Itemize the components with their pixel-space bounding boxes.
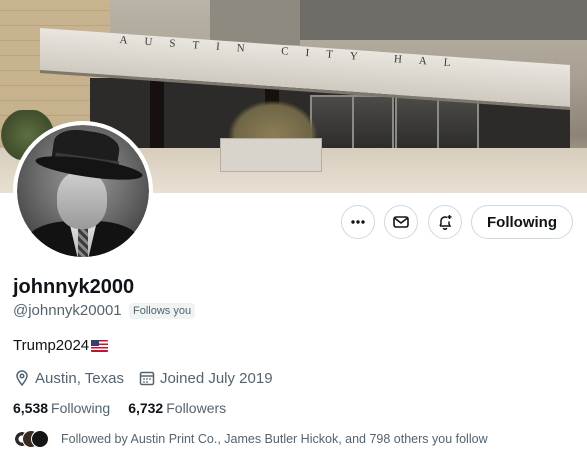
follows-you-badge: Follows you — [129, 303, 196, 319]
banner-door — [310, 95, 394, 154]
user-handle: @johnnyk20001 — [13, 302, 122, 319]
us-flag-icon — [91, 339, 109, 352]
more-dots-icon — [351, 220, 365, 224]
followers-label: Followers — [166, 400, 227, 416]
bell-plus-icon — [439, 215, 452, 230]
notifications-button[interactable] — [428, 205, 462, 239]
bio-text: Trump2024 — [13, 337, 90, 354]
message-button[interactable] — [384, 205, 418, 239]
location-pin-icon — [16, 370, 28, 387]
following-label: Following — [51, 400, 111, 416]
banner-door — [395, 95, 479, 154]
avatar-face — [57, 171, 107, 229]
followers-count: 6,732 — [128, 400, 164, 416]
banner-pillar — [150, 78, 164, 158]
following-button[interactable]: Following — [471, 205, 573, 239]
profile-meta: Austin, Texas Joined July 2019 — [13, 369, 287, 387]
banner-tower — [210, 0, 300, 45]
envelope-icon — [393, 216, 409, 228]
following-count: 6,538 — [13, 400, 49, 416]
followers-count-link[interactable]: 6,732 Followers — [128, 400, 226, 416]
profile-avatar[interactable] — [13, 121, 153, 261]
location: Austin, Texas — [13, 369, 124, 387]
calendar-icon — [139, 371, 155, 386]
followed-by[interactable]: Followed by Austin Print Co., James Butl… — [13, 430, 488, 448]
followed-by-avatars — [13, 430, 53, 448]
followed-by-text: Followed by Austin Print Co., James Butl… — [61, 432, 488, 446]
join-date: Joined July 2019 — [138, 369, 273, 387]
join-date-text: Joined July 2019 — [159, 369, 273, 387]
avatar-tie — [78, 225, 88, 257]
follower-avatar — [31, 430, 49, 448]
following-count-link[interactable]: 6,538 Following — [13, 400, 110, 416]
avatar-photo — [17, 125, 149, 257]
more-button[interactable] — [341, 205, 375, 239]
profile-bio: Trump2024 — [13, 337, 109, 354]
display-name: johnnyk2000 — [13, 276, 135, 298]
location-text: Austin, Texas — [35, 369, 124, 387]
follow-counts: 6,538 Following 6,732 Followers — [13, 400, 244, 416]
banner-planter — [220, 138, 322, 172]
banner-upper-building — [300, 0, 587, 40]
